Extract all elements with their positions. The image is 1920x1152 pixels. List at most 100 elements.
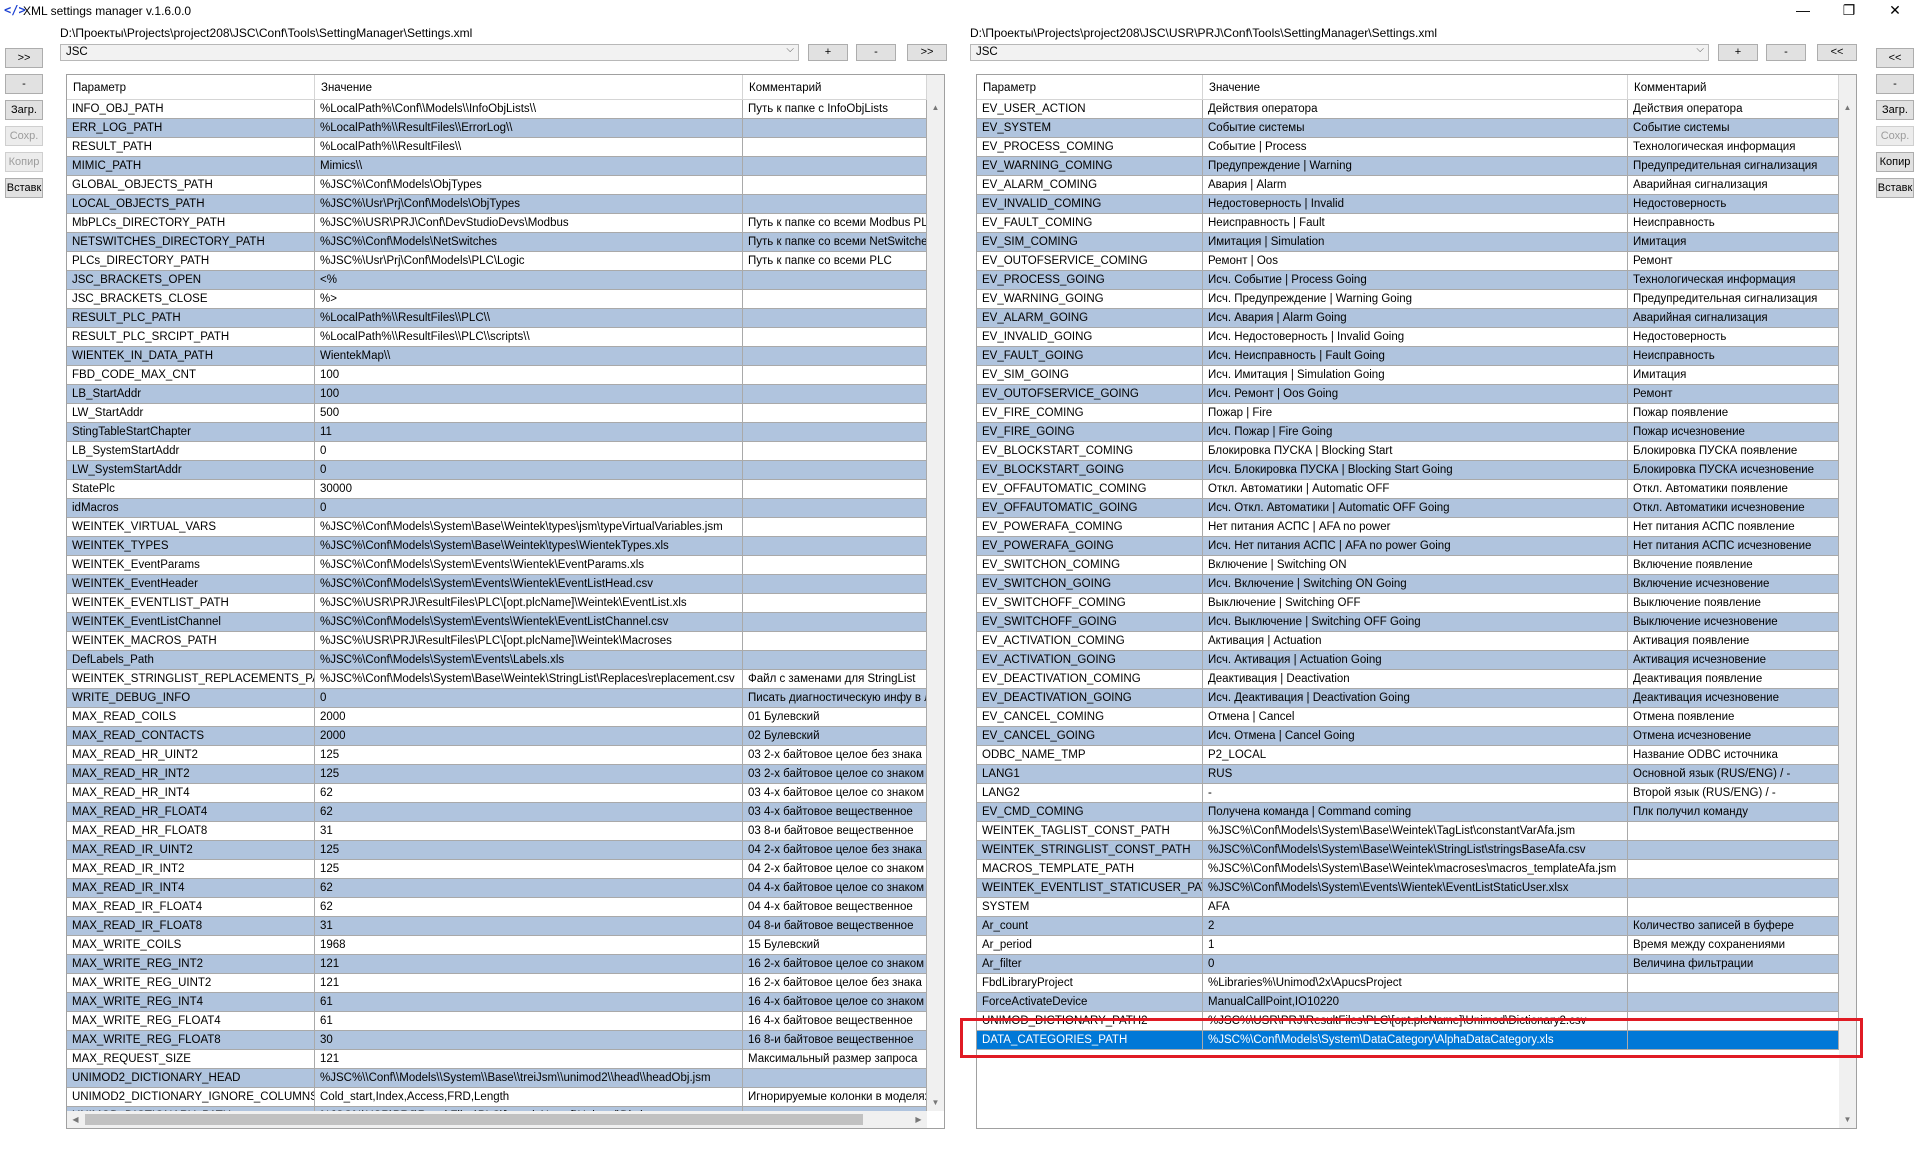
parameter-cell[interactable]: FBD_CODE_MAX_CNT [67, 366, 315, 385]
comment-cell[interactable]: Блокировка ПУСКА исчезновение [1628, 461, 1839, 480]
scroll-up-icon[interactable]: ▲ [1839, 99, 1856, 116]
value-cell[interactable]: 62 [315, 879, 743, 898]
parameter-cell[interactable]: MAX_READ_COILS [67, 708, 315, 727]
comment-cell[interactable] [743, 328, 927, 347]
comment-cell[interactable]: Основной язык (RUS/ENG) / - [1628, 765, 1839, 784]
left-config-select[interactable]: JSC ⌵ [60, 44, 799, 61]
comment-cell[interactable]: Выключение появление [1628, 594, 1839, 613]
column-header[interactable]: Параметр [977, 75, 1203, 99]
comment-cell[interactable]: Активация исчезновение [1628, 651, 1839, 670]
value-cell[interactable]: 121 [315, 1050, 743, 1069]
scroll-right-icon[interactable]: ▶ [910, 1111, 927, 1128]
value-cell[interactable]: Получена команда | Command coming [1203, 803, 1628, 822]
comment-cell[interactable]: Предупредительная сигнализация [1628, 290, 1839, 309]
parameter-cell[interactable]: WEINTEK_STRINGLIST_CONST_PATH [977, 841, 1203, 860]
comment-cell[interactable]: 16 2-х байтовое целое со знаком [743, 955, 927, 974]
left-sidebar-button-1[interactable]: - [5, 74, 43, 94]
value-cell[interactable]: Исч. Активация | Actuation Going [1203, 651, 1628, 670]
parameter-cell[interactable]: MAX_READ_HR_INT4 [67, 784, 315, 803]
parameter-cell[interactable]: ERR_LOG_PATH [67, 119, 315, 138]
value-cell[interactable]: 2000 [315, 708, 743, 727]
comment-cell[interactable] [743, 651, 927, 670]
comment-cell[interactable] [743, 366, 927, 385]
comment-cell[interactable]: Максимальный размер запроса [743, 1050, 927, 1069]
value-cell[interactable]: Исч. Отмена | Cancel Going [1203, 727, 1628, 746]
value-cell[interactable]: - [1203, 784, 1628, 803]
value-cell[interactable]: 500 [315, 404, 743, 423]
parameter-cell[interactable]: GLOBAL_OBJECTS_PATH [67, 176, 315, 195]
parameter-cell[interactable]: EV_POWERAFA_GOING [977, 537, 1203, 556]
parameter-cell[interactable]: EV_PROCESS_COMING [977, 138, 1203, 157]
value-cell[interactable]: %LocalPath%\Conf\\Models\\InfoObjLists\\ [315, 100, 743, 119]
value-cell[interactable]: Исч. Нет питания АСПС | AFA no power Goi… [1203, 537, 1628, 556]
parameter-cell[interactable]: MAX_WRITE_COILS [67, 936, 315, 955]
value-cell[interactable]: %JSC%\Conf\Models\System\Base\Weintek\St… [1203, 841, 1628, 860]
comment-cell[interactable] [1628, 879, 1839, 898]
comment-cell[interactable] [743, 499, 927, 518]
parameter-cell[interactable]: EV_OUTOFSERVICE_GOING [977, 385, 1203, 404]
parameter-cell[interactable]: EV_OFFAUTOMATIC_GOING [977, 499, 1203, 518]
value-cell[interactable]: Исч. Недостоверность | Invalid Going [1203, 328, 1628, 347]
close-button[interactable]: ✕ [1872, 0, 1918, 22]
parameter-cell[interactable]: INFO_OBJ_PATH [67, 100, 315, 119]
column-header[interactable]: Значение [315, 75, 743, 99]
scroll-up-icon[interactable]: ▲ [927, 99, 944, 116]
value-cell[interactable]: Блокировка ПУСКА | Blocking Start [1203, 442, 1628, 461]
parameter-cell[interactable]: EV_FIRE_GOING [977, 423, 1203, 442]
value-cell[interactable]: ManualCallPoint,IO10220 [1203, 993, 1628, 1012]
comment-cell[interactable] [743, 385, 927, 404]
parameter-cell[interactable]: MAX_READ_IR_FLOAT8 [67, 917, 315, 936]
parameter-cell[interactable]: EV_DEACTIVATION_GOING [977, 689, 1203, 708]
value-cell[interactable]: %JSC%\Usr\Prj\Conf\Models\ObjTypes [315, 195, 743, 214]
value-cell[interactable]: Активация | Actuation [1203, 632, 1628, 651]
value-cell[interactable]: Предупреждение | Warning [1203, 157, 1628, 176]
parameter-cell[interactable]: EV_SIM_COMING [977, 233, 1203, 252]
parameter-cell[interactable]: WEINTEK_EventHeader [67, 575, 315, 594]
parameter-cell[interactable]: EV_SYSTEM [977, 119, 1203, 138]
comment-cell[interactable] [743, 195, 927, 214]
parameter-cell[interactable]: EV_BLOCKSTART_COMING [977, 442, 1203, 461]
value-cell[interactable]: Выключение | Switching OFF [1203, 594, 1628, 613]
parameter-cell[interactable]: NETSWITCHES_DIRECTORY_PATH [67, 233, 315, 252]
value-cell[interactable]: Деактивация | Deactivation [1203, 670, 1628, 689]
parameter-cell[interactable]: idMacros [67, 499, 315, 518]
right-sidebar-button-1[interactable]: - [1876, 74, 1914, 94]
value-cell[interactable]: 121 [315, 974, 743, 993]
right-sidebar-button-4[interactable]: Копир [1876, 152, 1914, 172]
comment-cell[interactable]: Путь к папке с InfoObjLists [743, 100, 927, 119]
left-sidebar-button-4[interactable]: Копир [5, 152, 43, 172]
comment-cell[interactable]: 04 4-х байтовое вещественное [743, 898, 927, 917]
value-cell[interactable]: 1968 [315, 936, 743, 955]
parameter-cell[interactable]: WEINTEK_TAGLIST_CONST_PATH [977, 822, 1203, 841]
value-cell[interactable]: 62 [315, 898, 743, 917]
parameter-cell[interactable]: WRITE_DEBUG_INFO [67, 689, 315, 708]
comment-cell[interactable] [743, 556, 927, 575]
right-sidebar-button-0[interactable]: << [1876, 48, 1914, 68]
parameter-cell[interactable]: EV_BLOCKSTART_GOING [977, 461, 1203, 480]
value-cell[interactable]: %JSC%\USR\PRJ\ResultFiles\PLC\[opt.plcNa… [315, 632, 743, 651]
value-cell[interactable]: Исч. Предупреждение | Warning Going [1203, 290, 1628, 309]
parameter-cell[interactable]: WEINTEK_EventListChannel [67, 613, 315, 632]
comment-cell[interactable]: Ремонт [1628, 252, 1839, 271]
parameter-cell[interactable]: EV_SWITCHOFF_GOING [977, 613, 1203, 632]
parameter-cell[interactable]: WEINTEK_EventParams [67, 556, 315, 575]
parameter-cell[interactable]: Ar_filter [977, 955, 1203, 974]
parameter-cell[interactable]: LANG1 [977, 765, 1203, 784]
parameter-cell[interactable]: EV_CMD_COMING [977, 803, 1203, 822]
comment-cell[interactable] [743, 309, 927, 328]
value-cell[interactable]: 0 [315, 689, 743, 708]
value-cell[interactable]: Исч. Пожар | Fire Going [1203, 423, 1628, 442]
parameter-cell[interactable]: MACROS_TEMPLATE_PATH [977, 860, 1203, 879]
value-cell[interactable]: %JSC%\Conf\Models\System\Base\Weintek\Ta… [1203, 822, 1628, 841]
column-header[interactable]: Комментарий [1628, 75, 1839, 99]
value-cell[interactable]: Исч. Имитация | Simulation Going [1203, 366, 1628, 385]
value-cell[interactable]: AFA [1203, 898, 1628, 917]
parameter-cell[interactable]: MAX_READ_HR_UINT2 [67, 746, 315, 765]
comment-cell[interactable] [743, 290, 927, 309]
comment-cell[interactable]: Нет питания АСПС исчезновение [1628, 537, 1839, 556]
comment-cell[interactable]: 02 Булевский [743, 727, 927, 746]
right-settings-grid[interactable]: Параметр Значение Комментарий EV_USER_ACTI… [976, 74, 1857, 1129]
parameter-cell[interactable]: WEINTEK_STRINGLIST_REPLACEMENTS_PATH [67, 670, 315, 689]
comment-cell[interactable] [1628, 1012, 1839, 1031]
parameter-cell[interactable]: RESULT_PATH [67, 138, 315, 157]
